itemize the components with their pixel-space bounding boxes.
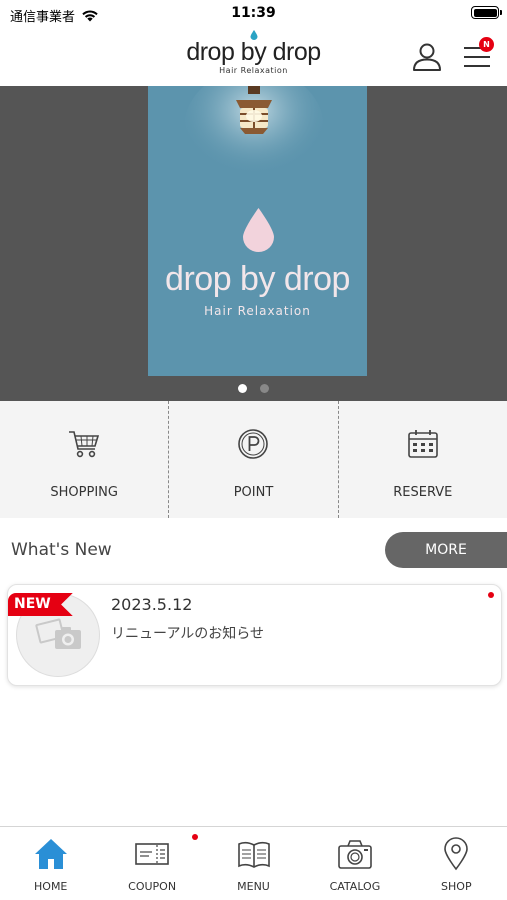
coupon-notification-dot bbox=[192, 834, 199, 840]
tab-catalog[interactable]: CATALOG bbox=[304, 827, 405, 900]
carousel-dot-1[interactable] bbox=[238, 384, 247, 393]
quick-menu: SHOPPING POINT RESERVE bbox=[0, 401, 507, 518]
quick-item-reserve[interactable]: RESERVE bbox=[337, 401, 507, 518]
quick-label-point: POINT bbox=[233, 485, 274, 500]
tab-label-menu: MENU bbox=[237, 880, 270, 893]
status-bar: 通信事業者 11:39 bbox=[0, 0, 507, 28]
news-section-title: What's New bbox=[11, 540, 112, 560]
home-icon bbox=[34, 839, 67, 869]
app-header: drop by drop Hair Relaxation N bbox=[0, 28, 507, 86]
camera-icon bbox=[338, 840, 372, 869]
slide-title: drop by drop bbox=[165, 260, 350, 298]
calendar-icon bbox=[408, 430, 438, 458]
carousel-pagination bbox=[0, 384, 507, 393]
cart-icon bbox=[69, 431, 100, 458]
quick-item-shopping[interactable]: SHOPPING bbox=[0, 401, 168, 518]
tab-label-shop: SHOP bbox=[441, 880, 472, 893]
battery-icon bbox=[471, 6, 502, 19]
carousel-dot-2[interactable] bbox=[260, 384, 269, 393]
tab-label-coupon: COUPON bbox=[128, 880, 177, 893]
tab-shop[interactable]: SHOP bbox=[406, 827, 507, 900]
tab-coupon[interactable]: COUPON bbox=[101, 827, 202, 900]
tab-label-catalog: CATALOG bbox=[329, 880, 381, 893]
menu-notification-badge: N bbox=[479, 37, 494, 52]
news-title: リニューアルのお知らせ bbox=[111, 626, 265, 642]
unread-indicator bbox=[488, 592, 494, 598]
photo-placeholder-icon bbox=[35, 618, 81, 649]
quick-label-reserve: RESERVE bbox=[393, 485, 453, 500]
quick-label-shopping: SHOPPING bbox=[50, 485, 118, 500]
bottom-tab-bar: HOME COUPON MENU CATALOG SHOP bbox=[0, 826, 507, 900]
hero-slide-image[interactable]: drop by drop Hair Relaxation bbox=[148, 86, 367, 376]
news-date: 2023.5.12 bbox=[111, 595, 193, 614]
news-section-header: What's New MORE bbox=[0, 532, 507, 568]
tab-label-home: HOME bbox=[34, 880, 68, 893]
slide-subtitle: Hair Relaxation bbox=[204, 304, 311, 318]
wall-lamp-illustration bbox=[184, 86, 324, 188]
slide-drop-icon bbox=[243, 208, 274, 252]
tab-home[interactable]: HOME bbox=[0, 827, 101, 900]
coupon-icon bbox=[135, 843, 169, 865]
news-item[interactable]: NEW 2023.5.12 リニューアルのお知らせ bbox=[7, 584, 502, 686]
map-pin-icon bbox=[444, 837, 469, 871]
quick-item-point[interactable]: POINT bbox=[168, 401, 337, 518]
user-account-icon[interactable] bbox=[411, 40, 443, 72]
hero-carousel[interactable]: drop by drop Hair Relaxation bbox=[0, 86, 507, 401]
more-button[interactable]: MORE bbox=[385, 532, 507, 568]
book-icon bbox=[237, 841, 270, 868]
tab-menu[interactable]: MENU bbox=[203, 827, 304, 900]
point-icon bbox=[238, 429, 269, 459]
status-time: 11:39 bbox=[231, 5, 276, 21]
